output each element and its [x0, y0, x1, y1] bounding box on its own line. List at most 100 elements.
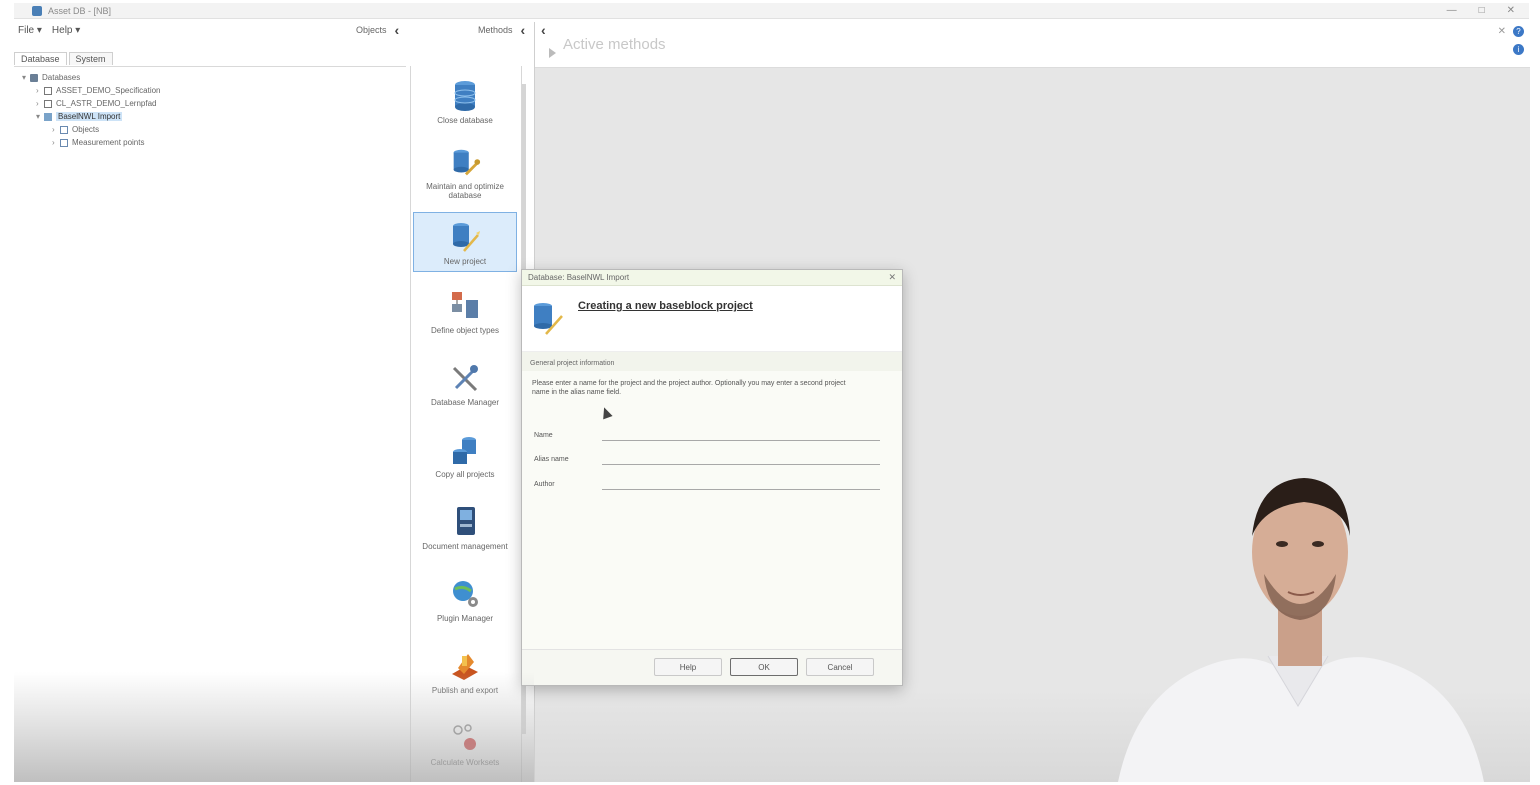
- method-publish-export[interactable]: Publish and export: [413, 642, 517, 702]
- database-icon: [44, 86, 52, 95]
- database-icon: [44, 99, 52, 108]
- method-label: Define object types: [430, 326, 500, 335]
- tree-expander-icon[interactable]: ›: [52, 125, 60, 134]
- methods-pane-header: Methods ‹: [478, 22, 525, 38]
- method-maintain-database[interactable]: Maintain and optimize database: [413, 140, 517, 200]
- method-define-object-types[interactable]: Define object types: [413, 282, 517, 342]
- database-tree: ▾ Databases › ASSET_DEMO_Specification ›…: [14, 66, 406, 782]
- method-label: Document management: [422, 542, 508, 551]
- dialog-close-button[interactable]: ✕: [888, 272, 896, 283]
- publish-icon: [452, 654, 478, 680]
- tree-item-label: CL_ASTR_DEMO_Lernpfad: [56, 99, 157, 108]
- method-label: New project: [443, 257, 487, 266]
- author-label: Author: [534, 481, 555, 488]
- method-document-management[interactable]: Document management: [413, 498, 517, 558]
- method-copy-all-projects[interactable]: Copy all projects: [413, 426, 517, 486]
- method-label: Database Manager: [430, 398, 500, 407]
- name-input[interactable]: [602, 430, 880, 441]
- window-titlebar: Asset DB - [NB] — □ ✕: [14, 3, 1529, 19]
- active-methods-header: ‹ Active methods ✕ ? i: [535, 22, 1530, 68]
- mouse-cursor-icon: [599, 405, 613, 420]
- tree-expander-icon[interactable]: ›: [36, 86, 44, 95]
- tree-item-basel-import[interactable]: ▾ BaselNWL Import: [14, 110, 406, 123]
- collapse-content-icon[interactable]: ‹: [541, 22, 546, 38]
- menubar: File ▾ Help ▾: [14, 20, 534, 40]
- help-icon[interactable]: ?: [1513, 26, 1524, 37]
- calculate-icon: [453, 724, 476, 750]
- dialog-footer: Help OK Cancel: [522, 649, 902, 685]
- database-wrench-icon: [453, 149, 481, 176]
- tree-item-label: Objects: [72, 125, 100, 134]
- method-label: Copy all projects: [435, 470, 495, 479]
- info-icon[interactable]: i: [1513, 44, 1524, 55]
- author-field-row: Author: [534, 479, 880, 490]
- database-open-icon: [44, 112, 52, 121]
- method-label: Close database: [437, 116, 493, 125]
- methods-pane-label: Methods: [478, 25, 513, 35]
- method-label: Publish and export: [431, 686, 499, 695]
- name-label: Name: [534, 432, 553, 439]
- window-title: Asset DB - [NB]: [48, 5, 112, 16]
- name-field-row: Name: [534, 430, 880, 441]
- document-management-icon: [457, 507, 475, 535]
- minimize-button[interactable]: —: [1447, 5, 1457, 16]
- presenter-video: [1118, 478, 1484, 782]
- alias-name-label: Alias name: [534, 456, 569, 463]
- new-project-icon: [534, 303, 563, 335]
- tree-expander-icon[interactable]: ▾: [22, 73, 30, 82]
- databases-icon: [30, 73, 38, 82]
- tree-item-label: Measurement points: [72, 138, 145, 147]
- menu-help[interactable]: Help ▾: [52, 25, 80, 36]
- globe-gear-icon: [453, 581, 478, 607]
- method-close-database[interactable]: Close database: [413, 72, 517, 132]
- dialog-title: Database: BaselNWL Import: [528, 273, 630, 282]
- hierarchy-icon: [60, 125, 68, 134]
- method-label: Maintain and optimize database: [426, 182, 504, 200]
- tree-expander-icon[interactable]: ▾: [36, 112, 44, 121]
- tree-item-databases[interactable]: ▾ Databases: [14, 71, 406, 84]
- tree-item-label: Databases: [42, 73, 81, 82]
- tree-item-asset-demo[interactable]: › ASSET_DEMO_Specification: [14, 84, 406, 97]
- tree-item-measurement-points[interactable]: › Measurement points: [14, 136, 406, 149]
- method-new-project[interactable]: New project: [413, 212, 517, 272]
- dialog-titlebar: Database: BaselNWL Import ✕: [522, 270, 902, 286]
- tree-expander-icon[interactable]: ›: [36, 99, 44, 108]
- methods-panel: Close database Maintain and optimize dat…: [410, 66, 522, 782]
- objects-pane-label: Objects: [356, 25, 387, 35]
- close-window-button[interactable]: ✕: [1507, 5, 1515, 16]
- cancel-button[interactable]: Cancel: [806, 658, 874, 676]
- alias-field-row: Alias name: [534, 454, 880, 465]
- new-project-dialog: Database: BaselNWL Import ✕ Creating a n…: [521, 269, 903, 686]
- ok-button[interactable]: OK: [730, 658, 798, 676]
- method-label: Plugin Manager: [436, 614, 494, 623]
- close-icon[interactable]: ✕: [1498, 26, 1506, 37]
- menu-file[interactable]: File ▾: [18, 25, 42, 36]
- collapse-objects-icon[interactable]: ‹: [395, 22, 400, 38]
- author-input[interactable]: [602, 479, 880, 490]
- new-project-icon: [453, 223, 480, 252]
- tree-item-objects[interactable]: › Objects: [14, 123, 406, 136]
- tree-item-cl-astr-demo[interactable]: › CL_ASTR_DEMO_Lernpfad: [14, 97, 406, 110]
- method-calculate-worksets[interactable]: Calculate Worksets: [413, 714, 517, 774]
- method-database-manager[interactable]: Database Manager: [413, 354, 517, 414]
- help-button[interactable]: Help: [654, 658, 722, 676]
- active-methods-title: Active methods: [563, 36, 666, 53]
- tree-item-label: BaselNWL Import: [56, 112, 123, 121]
- maximize-button[interactable]: □: [1479, 5, 1485, 16]
- tree-tabs: Database System: [14, 52, 113, 65]
- tab-database[interactable]: Database: [14, 52, 67, 65]
- object-types-icon: [452, 292, 478, 318]
- dialog-section-title: General project information: [522, 352, 902, 371]
- dialog-description: Please enter a name for the project and …: [532, 380, 846, 396]
- hierarchy-icon: [60, 138, 68, 147]
- dialog-header: Creating a new baseblock project: [522, 286, 902, 352]
- collapse-methods-icon[interactable]: ‹: [521, 22, 526, 38]
- alias-name-input[interactable]: [602, 454, 880, 465]
- window-controls: — □ ✕: [1447, 5, 1515, 16]
- tab-system[interactable]: System: [68, 52, 113, 65]
- method-plugin-manager[interactable]: Plugin Manager: [413, 570, 517, 630]
- tree-expander-icon[interactable]: ›: [52, 138, 60, 147]
- dialog-heading: Creating a new baseblock project: [578, 300, 753, 312]
- play-icon[interactable]: [549, 48, 556, 58]
- database-icon: [454, 81, 476, 111]
